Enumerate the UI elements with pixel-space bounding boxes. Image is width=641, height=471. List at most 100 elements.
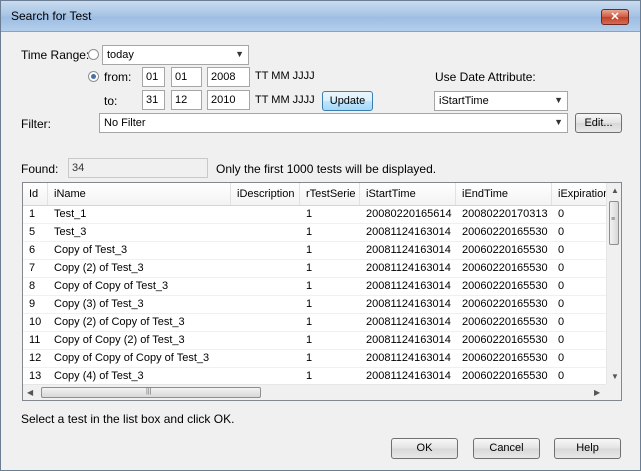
table-cell: 20080220165614 bbox=[366, 208, 452, 220]
table-cell bbox=[231, 314, 300, 331]
table-cell bbox=[231, 350, 300, 367]
table-cell: 1 bbox=[306, 352, 313, 364]
from-label: from: bbox=[104, 70, 132, 84]
to-day-input[interactable]: 31 bbox=[142, 90, 165, 110]
ok-button[interactable]: OK bbox=[391, 438, 458, 459]
today-combo-value: today bbox=[107, 49, 134, 61]
table-row[interactable]: 1 Test_1 1 20080220165614 20080220170313 0 bbox=[23, 206, 606, 224]
date-attribute-combo[interactable]: iStartTime ▼ bbox=[434, 91, 568, 111]
to-label: to: bbox=[104, 94, 118, 108]
table-cell bbox=[231, 224, 300, 241]
table-row[interactable]: 5 Test_3 1 20081124163014 20060220165530 0 bbox=[23, 224, 606, 242]
table-cell: 1 bbox=[306, 244, 313, 256]
grip-icon: ||| bbox=[146, 388, 152, 395]
table-cell: 20081124163014 bbox=[366, 370, 451, 382]
table-cell: 1 bbox=[29, 208, 36, 220]
table-cell: 20060220165530 bbox=[462, 352, 548, 364]
from-radio[interactable] bbox=[88, 71, 99, 82]
filter-combo[interactable]: No Filter ▼ bbox=[99, 113, 568, 133]
table-cell bbox=[231, 278, 300, 295]
horizontal-scroll-thumb[interactable]: ||| bbox=[41, 387, 261, 398]
close-icon: ✕ bbox=[610, 11, 620, 23]
table-cell bbox=[231, 242, 300, 259]
table-cell: 10 bbox=[29, 316, 42, 328]
table-cell: 20081124163014 bbox=[366, 298, 451, 310]
table-row[interactable]: 6 Copy of Test_3 1 20081124163014 2006022016… bbox=[23, 242, 606, 260]
table-row[interactable]: 7 Copy (2) of Test_3 1 20081124163014 200602… bbox=[23, 260, 606, 278]
table-cell: 20081124163014 bbox=[366, 280, 451, 292]
table-cell: Copy of Test_3 bbox=[54, 244, 128, 256]
list-header: Id iName iDescription rTestSerie iStartTime i… bbox=[23, 183, 612, 206]
table-cell: 9 bbox=[29, 298, 36, 310]
scroll-corner bbox=[606, 384, 621, 400]
table-cell: 8 bbox=[29, 280, 36, 292]
scroll-left-icon[interactable]: ◀ bbox=[27, 388, 33, 397]
title-bar[interactable]: Search for Test ✕ bbox=[1, 1, 640, 32]
table-cell: 0 bbox=[558, 244, 565, 256]
found-count: 34 bbox=[68, 158, 208, 178]
time-range-label: Time Range: bbox=[21, 48, 90, 62]
column-header[interactable]: iDescription bbox=[231, 183, 300, 205]
vertical-scrollbar[interactable]: ▲ ≡ ▼ bbox=[606, 183, 621, 384]
from-month-input[interactable]: 01 bbox=[171, 67, 202, 87]
chevron-down-icon: ▼ bbox=[235, 49, 244, 59]
table-cell: 0 bbox=[558, 370, 565, 382]
horizontal-scrollbar[interactable]: ◀ ||| ▶ bbox=[23, 384, 606, 400]
table-cell: 20060220165530 bbox=[462, 244, 548, 256]
table-cell: 6 bbox=[29, 244, 36, 256]
search-dialog: Search for Test ✕ Time Range: today ▼ fr… bbox=[0, 0, 641, 471]
table-cell: 0 bbox=[558, 262, 565, 274]
column-header[interactable]: Id bbox=[23, 183, 48, 205]
table-cell bbox=[231, 296, 300, 313]
table-cell: 1 bbox=[306, 298, 313, 310]
table-row[interactable]: 12 Copy of Copy of Copy of Test_3 1 2008112… bbox=[23, 350, 606, 368]
column-header[interactable]: rTestSerie bbox=[300, 183, 360, 205]
from-day-input[interactable]: 01 bbox=[142, 67, 165, 87]
table-cell: 20081124163014 bbox=[366, 334, 451, 346]
filter-label: Filter: bbox=[21, 117, 51, 131]
list-rows: 1 Test_1 1 20080220165614 20080220170313 0 5 Te… bbox=[23, 206, 606, 400]
table-cell: Copy (3) of Test_3 bbox=[54, 298, 144, 310]
update-button[interactable]: Update bbox=[322, 91, 373, 111]
table-cell: Copy of Copy (2) of Test_3 bbox=[54, 334, 185, 346]
table-cell: 20081124163014 bbox=[366, 352, 451, 364]
vertical-scroll-thumb[interactable]: ≡ bbox=[609, 201, 619, 245]
column-header[interactable]: iExpirationPeri bbox=[552, 183, 612, 205]
to-format-hint: TT MM JJJJ bbox=[255, 94, 315, 106]
today-radio[interactable] bbox=[88, 49, 99, 60]
help-button[interactable]: Help bbox=[554, 438, 621, 459]
to-month-input[interactable]: 12 bbox=[171, 90, 202, 110]
table-row[interactable]: 9 Copy (3) of Test_3 1 20081124163014 200602… bbox=[23, 296, 606, 314]
table-cell: 0 bbox=[558, 352, 565, 364]
table-cell: 1 bbox=[306, 208, 313, 220]
test-list[interactable]: Id iName iDescription rTestSerie iStartTime i… bbox=[22, 182, 622, 401]
found-note: Only the first 1000 tests will be displa… bbox=[216, 162, 437, 176]
table-row[interactable]: 8 Copy of Copy of Test_3 1 20081124163014 20… bbox=[23, 278, 606, 296]
edit-filter-button[interactable]: Edit... bbox=[575, 113, 622, 133]
column-header[interactable]: iEndTime bbox=[456, 183, 552, 205]
table-row[interactable]: 11 Copy of Copy (2) of Test_3 1 20081124163… bbox=[23, 332, 606, 350]
table-row[interactable]: 10 Copy (2) of Copy of Test_3 1 20081124163… bbox=[23, 314, 606, 332]
table-cell: 1 bbox=[306, 226, 313, 238]
table-cell: Test_1 bbox=[54, 208, 87, 220]
scroll-up-icon[interactable]: ▲ bbox=[611, 186, 619, 195]
table-cell: Test_3 bbox=[54, 226, 87, 238]
table-cell: 1 bbox=[306, 262, 313, 274]
from-year-input[interactable]: 2008 bbox=[207, 67, 250, 87]
table-cell: 0 bbox=[558, 208, 565, 220]
column-header[interactable]: iName bbox=[48, 183, 231, 205]
today-combo[interactable]: today ▼ bbox=[102, 45, 249, 65]
cancel-button[interactable]: Cancel bbox=[473, 438, 540, 459]
column-header[interactable]: iStartTime bbox=[360, 183, 456, 205]
close-button[interactable]: ✕ bbox=[601, 9, 629, 25]
table-cell: 20081124163014 bbox=[366, 226, 451, 238]
window-title: Search for Test bbox=[11, 9, 92, 23]
table-cell: Copy of Copy of Test_3 bbox=[54, 280, 169, 292]
table-cell: 1 bbox=[306, 316, 313, 328]
found-label: Found: bbox=[21, 162, 59, 176]
to-year-input[interactable]: 2010 bbox=[207, 90, 250, 110]
table-cell bbox=[231, 332, 300, 349]
scroll-down-icon[interactable]: ▼ bbox=[611, 372, 619, 381]
table-cell: Copy (4) of Test_3 bbox=[54, 370, 144, 382]
scroll-right-icon[interactable]: ▶ bbox=[594, 388, 600, 397]
